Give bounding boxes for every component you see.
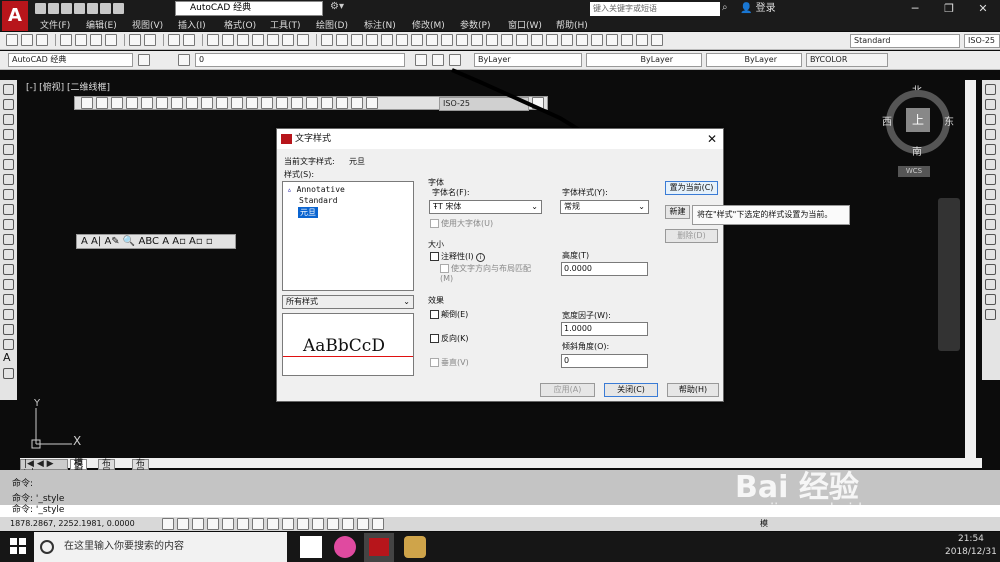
dialog-title-bar: 文字样式 ✕ [277, 129, 723, 149]
preview-baseline [283, 356, 413, 357]
watermark-url: jingyan.baidu.com [770, 500, 909, 518]
vertical-label: 垂直(V) [441, 358, 469, 367]
tooltip: 将在"样式"下选定的样式设置为当前。 [692, 205, 850, 225]
annotative-check[interactable] [430, 252, 439, 261]
font-name-select[interactable]: ŦT 宋体 ⌄ [429, 200, 542, 214]
upside-down-checkbox[interactable]: 颠倒(E) [430, 309, 468, 320]
backwards-check[interactable] [430, 334, 439, 343]
styles-list[interactable]: ▵ Annotative Standard 元旦 [282, 181, 414, 291]
text-style-dialog: 文字样式 ✕ 当前文字样式: 元旦 样式(S): ▵ Annotative St… [276, 128, 724, 402]
match-orientation-check[interactable] [440, 264, 449, 273]
oblique-angle-label: 倾斜角度(O): [562, 342, 610, 351]
bigfont-checkbox[interactable]: 使用大字体(U) [430, 218, 493, 229]
annotative-checkbox[interactable]: 注释性(I) i [430, 251, 486, 262]
font-style-label: 字体样式(Y): [562, 188, 608, 197]
bigfont-check[interactable] [430, 219, 439, 228]
size-group-label: 大小 [428, 240, 444, 249]
font-style-value: 常规 [564, 202, 580, 211]
match-orientation-checkbox[interactable]: 使文字方向与布局匹配(M) [440, 264, 540, 284]
info-icon[interactable]: i [476, 253, 486, 262]
backwards-checkbox[interactable]: 反向(K) [430, 333, 469, 344]
close-button[interactable]: 关闭(C) [604, 383, 658, 397]
new-style-button[interactable]: 新建(N)... [665, 205, 690, 219]
annotative-icon: ▵ [287, 185, 292, 194]
height-label: 高度(T) [562, 251, 590, 260]
backwards-label: 反向(K) [441, 334, 469, 343]
preview-text: AaBbCcD [303, 336, 385, 356]
font-name-label: 字体名(F): [432, 188, 470, 197]
font-style-select[interactable]: 常规 ⌄ [560, 200, 649, 214]
font-type-icon: ŦT [433, 202, 443, 211]
apply-button[interactable]: 应用(A) [540, 383, 595, 397]
help-button[interactable]: 帮助(H) [667, 383, 719, 397]
autocad-small-icon [281, 134, 292, 144]
font-name-value: 宋体 [445, 202, 462, 211]
autocad-logo-icon[interactable]: A [2, 1, 28, 31]
autocad-window: A AutoCAD 经典 ⚙▾ 键入关键字或短语 ⌕ 👤 登录 ─ ❐ ✕ 文件(F… [0, 0, 1000, 562]
vertical-check[interactable] [430, 358, 439, 367]
current-style-value: 元旦 [349, 157, 365, 166]
style-item-selected[interactable]: 元旦 [298, 207, 318, 218]
style-item-label: Annotative [296, 185, 345, 194]
effects-group-label: 效果 [428, 296, 444, 305]
close-icon[interactable]: ✕ [707, 129, 717, 149]
upside-down-check[interactable] [430, 310, 439, 319]
styles-label: 样式(S): [284, 170, 315, 179]
dialog-title: 文字样式 [295, 134, 332, 144]
upside-down-label: 颠倒(E) [441, 310, 469, 319]
chevron-down-icon: ⌄ [638, 202, 645, 211]
oblique-angle-input[interactable]: 0 [561, 354, 648, 368]
current-style-label: 当前文字样式: [284, 157, 335, 166]
set-current-button[interactable]: 置为当前(C) [665, 181, 718, 195]
height-input[interactable]: 0.0000 [561, 262, 648, 276]
style-filter-select[interactable]: 所有样式 ⌄ [282, 295, 414, 309]
width-factor-label: 宽度因子(W): [562, 311, 611, 320]
chevron-down-icon: ⌄ [531, 202, 538, 211]
chevron-down-icon: ⌄ [403, 297, 410, 306]
bigfont-label: 使用大字体(U) [441, 219, 494, 228]
delete-style-button[interactable]: 删除(D) [665, 229, 718, 243]
vertical-checkbox[interactable]: 垂直(V) [430, 357, 469, 368]
filter-value: 所有样式 [286, 297, 318, 306]
match-orientation-label: 使文字方向与布局匹配(M) [440, 264, 531, 283]
style-item-annotative[interactable]: ▵ Annotative [283, 182, 413, 194]
width-factor-input[interactable]: 1.0000 [561, 322, 648, 336]
style-item-standard[interactable]: Standard [283, 194, 413, 205]
preview-box: AaBbCcD [282, 313, 414, 376]
annotative-label: 注释性(I) [441, 252, 474, 261]
